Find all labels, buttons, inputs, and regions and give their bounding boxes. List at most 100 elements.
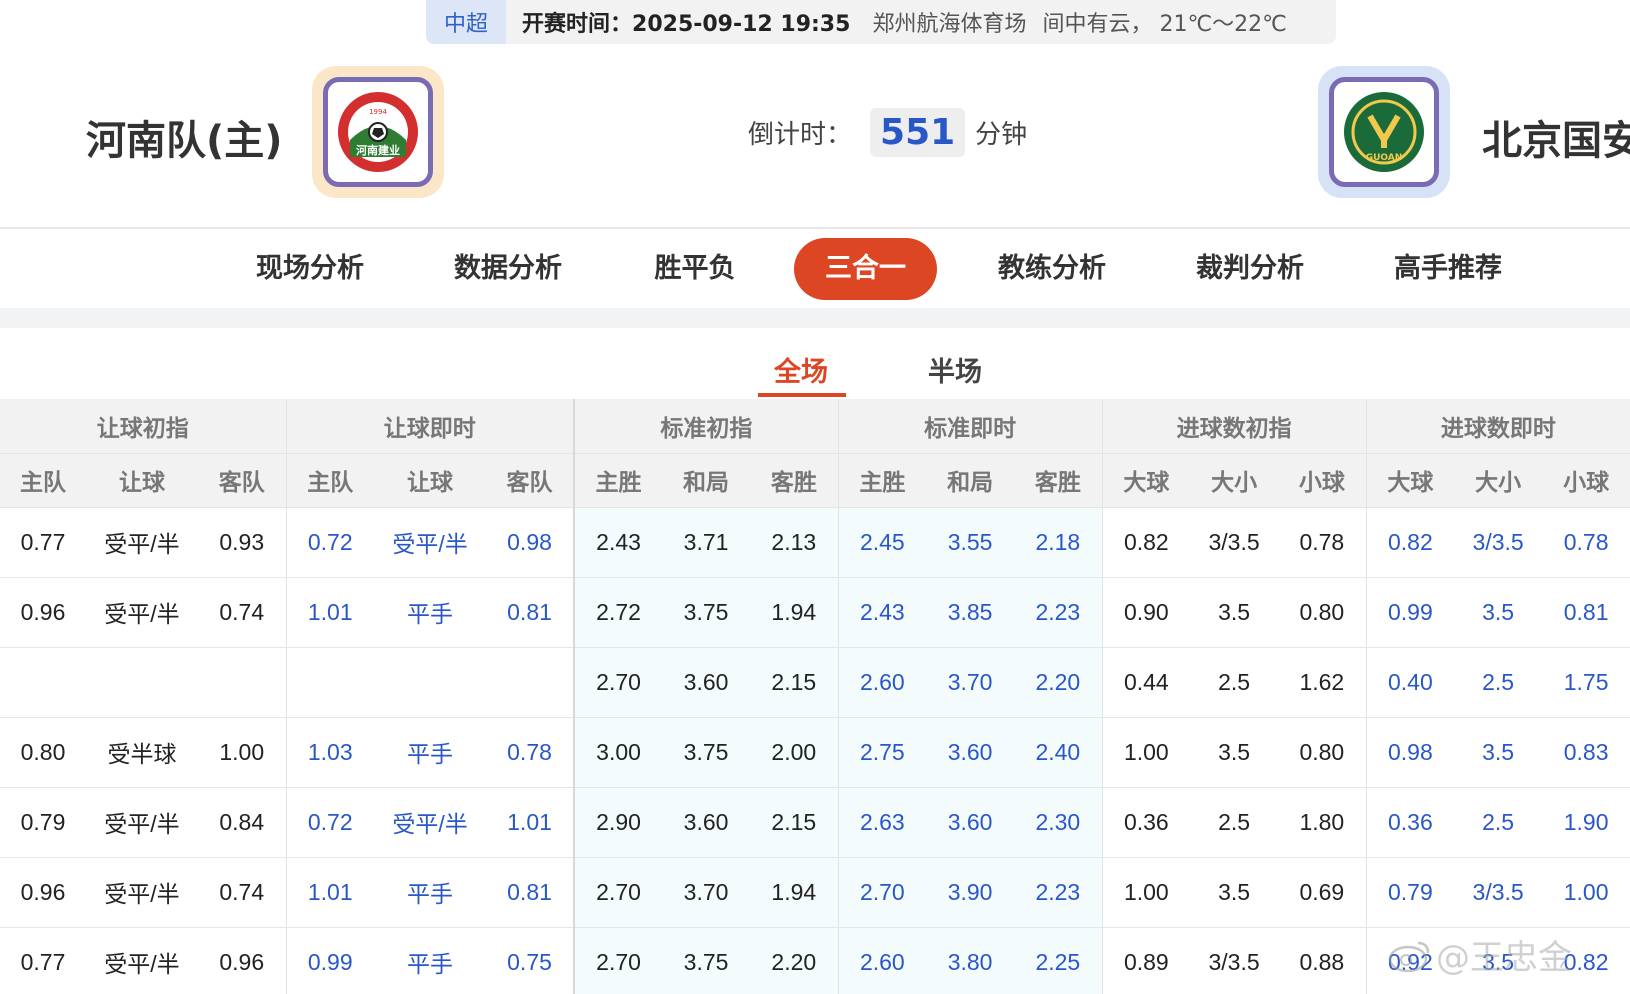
odds-cell: 0.80: [1278, 577, 1367, 648]
subtab-full-match[interactable]: 全场: [774, 350, 828, 389]
tab-referee-analysis[interactable]: 裁判分析: [1176, 238, 1324, 300]
odds-cell: 2.15: [750, 787, 839, 858]
odds-cell: 受平/半: [86, 857, 198, 928]
odds-cell: [198, 647, 287, 718]
odds-cell: 3.5: [1190, 857, 1279, 928]
odds-cell: 2.90: [573, 787, 663, 858]
odds-cell: 0.80: [0, 717, 86, 788]
column-header: 大球: [1365, 453, 1455, 508]
section-band: [0, 308, 1630, 328]
table-row[interactable]: 0.96 受平/半 0.74 1.01 平手 0.81 2.72 3.75 1.94 2.43 3.…: [0, 577, 1630, 648]
group-header: 让球初指: [0, 399, 287, 454]
group-header: 进球数即时: [1365, 399, 1630, 454]
column-header: 客队: [198, 453, 287, 508]
league-badge[interactable]: 中超: [426, 0, 507, 44]
column-header: 小球: [1542, 453, 1630, 508]
group-header: 让球即时: [285, 399, 575, 454]
start-time: 开赛时间：2025-09-12 19:35: [522, 12, 851, 37]
column-header: 主队: [0, 453, 86, 508]
odds-cell: 0.81: [486, 857, 575, 928]
odds-cell: 0.99: [285, 927, 375, 994]
odds-cell: 0.78: [1278, 507, 1367, 578]
odds-cell: 1.01: [486, 787, 575, 858]
subtab-half-time[interactable]: 半场: [928, 350, 982, 389]
column-header: 大小: [1190, 453, 1279, 508]
odds-cell: 2.25: [1014, 927, 1103, 994]
odds-cell: 2.23: [1014, 857, 1103, 928]
tab-data-analysis[interactable]: 数据分析: [434, 238, 582, 300]
away-team-name[interactable]: 北京国安: [1482, 108, 1630, 166]
odds-cell: [86, 647, 198, 718]
odds-cell: 0.83: [1542, 717, 1630, 788]
odds-cell: 0.77: [0, 927, 86, 994]
tab-coach-analysis[interactable]: 教练分析: [978, 238, 1126, 300]
countdown-label: 倒计时：: [748, 120, 853, 150]
odds-cell: 受平/半: [374, 787, 487, 858]
odds-cell: 3.80: [926, 927, 1015, 994]
countdown-value: 551: [870, 108, 966, 157]
table-row[interactable]: 0.77 受平/半 0.93 0.72 受平/半 0.98 2.43 3.71 2.13 2.45…: [0, 507, 1630, 578]
odds-cell: 3.75: [662, 577, 751, 648]
group-header: 进球数初指: [1101, 399, 1367, 454]
odds-cell: 2.70: [837, 857, 927, 928]
tab-win-draw-lose[interactable]: 胜平负: [630, 238, 760, 300]
column-header: 主胜: [573, 453, 663, 508]
odds-cell: 1.62: [1278, 647, 1367, 718]
table-row[interactable]: 0.96 受平/半 0.74 1.01 平手 0.81 2.70 3.70 1.94 2.70 3.…: [0, 857, 1630, 928]
match-info-bar: 中超 开赛时间：2025-09-12 19:35 郑州航海体育场 间中有云， 2…: [426, 0, 1336, 44]
odds-cell: 2.20: [1014, 647, 1103, 718]
odds-cell: 3.70: [662, 857, 751, 928]
main-nav: 现场分析 数据分析 胜平负 三合一 教练分析 裁判分析 高手推荐: [0, 238, 1630, 300]
odds-cell: 0.79: [1365, 857, 1455, 928]
home-team-name[interactable]: 河南队(主): [86, 108, 283, 166]
guoan-logo-icon: GUOAN: [1344, 92, 1424, 172]
odds-cell: 2.75: [837, 717, 927, 788]
odds-cell: 0.44: [1101, 647, 1191, 718]
odds-cell: 0.90: [1101, 577, 1191, 648]
column-header: 主胜: [837, 453, 927, 508]
odds-cell: 2.30: [1014, 787, 1103, 858]
odds-cell: 0.40: [1365, 647, 1455, 718]
group-header: 标准初指: [573, 399, 839, 454]
tab-three-in-one[interactable]: 三合一: [794, 238, 937, 300]
odds-cell: 3.60: [926, 717, 1015, 788]
odds-cell: 3.00: [573, 717, 663, 788]
odds-cell: 平手: [374, 927, 487, 994]
odds-cell: 0.81: [1542, 577, 1630, 648]
odds-cell: 0.99: [1365, 577, 1455, 648]
odds-cell: 1.80: [1278, 787, 1367, 858]
odds-cell: 0.78: [486, 717, 575, 788]
odds-cell: 3.75: [662, 927, 751, 994]
group-header-row: 让球初指 让球即时 标准初指 标准即时 进球数初指 进球数即时: [0, 399, 1630, 454]
odds-cell: 受平/半: [86, 787, 198, 858]
odds-cell: 1.03: [285, 717, 375, 788]
table-row[interactable]: 0.80 受半球 1.00 1.03 平手 0.78 3.00 3.75 2.00 2.75 3.6…: [0, 717, 1630, 788]
odds-cell: 2.63: [837, 787, 927, 858]
odds-cell: [486, 647, 575, 718]
odds-cell: 平手: [374, 577, 487, 648]
odds-cell: 3/3.5: [1454, 507, 1543, 578]
odds-cell: 受平/半: [86, 927, 198, 994]
column-header: 让球: [86, 453, 198, 508]
odds-cell: 0.36: [1365, 787, 1455, 858]
odds-cell: 3.90: [926, 857, 1015, 928]
away-team-badge[interactable]: GUOAN: [1318, 66, 1450, 198]
odds-cell: 2.70: [573, 857, 663, 928]
odds-cell: 0.69: [1278, 857, 1367, 928]
home-team-badge[interactable]: 河南建业 1994: [312, 66, 444, 198]
table-row[interactable]: 0.77 受平/半 0.96 0.99 平手 0.75 2.70 3.75 2.20 2.60 3.…: [0, 927, 1630, 994]
weibo-icon: [1388, 941, 1430, 972]
table-row[interactable]: 0.79 受平/半 0.84 0.72 受平/半 1.01 2.90 3.60 2.15 2.63…: [0, 787, 1630, 858]
odds-cell: 2.00: [750, 717, 839, 788]
odds-cell: 受平/半: [86, 577, 198, 648]
odds-cell: 2.5: [1190, 787, 1279, 858]
odds-cell: 0.74: [198, 857, 287, 928]
odds-cell: 2.43: [837, 577, 927, 648]
odds-cell: 1.90: [1542, 787, 1630, 858]
odds-cell: 2.72: [573, 577, 663, 648]
table-row[interactable]: 2.70 3.60 2.15 2.60 3.70 2.20 0.44 2.5 1.62 0.40 2…: [0, 647, 1630, 718]
odds-cell: 2.20: [750, 927, 839, 994]
odds-cell: 2.40: [1014, 717, 1103, 788]
tab-expert-picks[interactable]: 高手推荐: [1374, 238, 1522, 300]
tab-live-analysis[interactable]: 现场分析: [236, 238, 384, 300]
